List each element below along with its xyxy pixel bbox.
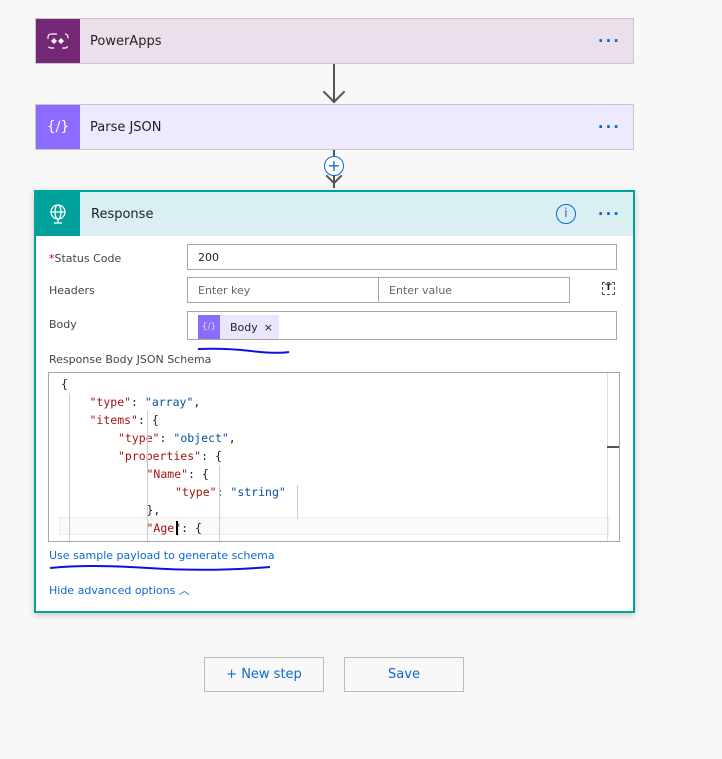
info-icon[interactable]: i: [555, 204, 576, 224]
code-token: {: [61, 377, 68, 391]
parse-json-icon: {∕}: [36, 105, 80, 149]
code-token: "string": [230, 485, 286, 499]
code-line: "items": {: [90, 411, 159, 429]
annotation-underline: [49, 565, 271, 571]
chevron-up-icon: ︿: [178, 584, 190, 597]
indent-guide: [147, 411, 148, 541]
code-token: "array": [144, 395, 194, 409]
indent-guide: [69, 393, 70, 541]
code-line: "type": "string": [175, 483, 286, 501]
text-cursor: [176, 521, 178, 535]
code-token: ,: [228, 431, 236, 445]
response-card: Response i ··· *Status Code 200 Headers …: [34, 190, 635, 613]
step-title: Parse JSON: [90, 119, 162, 135]
step-title: PowerApps: [90, 33, 162, 49]
hide-advanced-label: Hide advanced options: [49, 584, 176, 597]
globe-response-icon: [36, 192, 80, 236]
code-token: :: [159, 431, 174, 445]
parse-json-token-icon: {∕}: [198, 315, 220, 339]
header-key-input[interactable]: Enter key: [187, 277, 379, 303]
code-token: "properties": [118, 449, 202, 463]
code-token: : {: [188, 467, 209, 481]
code-token: "type": [89, 395, 132, 409]
code-line: {: [61, 375, 68, 393]
body-label: Body: [49, 318, 77, 331]
code-line: "type": "string": [175, 537, 286, 541]
more-options-button[interactable]: ···: [598, 118, 621, 136]
code-token: ,: [193, 395, 201, 409]
code-token: : {: [181, 521, 202, 535]
header-value-input[interactable]: Enter value: [378, 277, 570, 303]
new-step-button[interactable]: + New step: [204, 657, 324, 692]
body-token[interactable]: {∕} Body ×: [198, 315, 279, 339]
save-button[interactable]: Save: [344, 657, 464, 692]
arrow-down-icon: [322, 80, 346, 104]
use-sample-payload-link[interactable]: Use sample payload to generate schema: [49, 549, 275, 562]
code-token: :: [131, 395, 145, 409]
more-options-button[interactable]: ···: [598, 32, 621, 50]
status-code-label: *Status Code: [49, 252, 121, 265]
more-options-button[interactable]: ···: [598, 205, 621, 223]
indent-guide: [219, 465, 220, 541]
code-token: "object": [173, 431, 229, 445]
code-line: "type": "object",: [118, 429, 236, 447]
step-parse-json[interactable]: {∕} Parse JSON ···: [35, 104, 634, 150]
headers-label: Headers: [49, 284, 95, 297]
response-title: Response: [91, 206, 154, 222]
code-line: "type": "array",: [90, 393, 201, 411]
hide-advanced-options-link[interactable]: Hide advanced options ︿: [49, 582, 190, 598]
schema-editor[interactable]: {"type": "array", "items": {"type": "obje…: [48, 372, 620, 542]
code-line: },: [147, 501, 161, 519]
code-line: "Age": {: [147, 519, 202, 537]
code-token: "Name": [146, 467, 189, 481]
code-token: "items": [89, 413, 138, 427]
status-code-label-text: Status Code: [54, 252, 122, 265]
code-token: "type": [175, 539, 217, 541]
response-header[interactable]: Response i ···: [36, 192, 633, 236]
code-token: "type": [175, 485, 217, 499]
switch-to-text-mode-icon[interactable]: T: [602, 282, 615, 295]
schema-label: Response Body JSON Schema: [49, 353, 212, 366]
code-line: "Name": {: [147, 465, 209, 483]
body-input[interactable]: {∕} Body ×: [187, 311, 617, 340]
scrollbar-track[interactable]: [607, 373, 608, 541]
code-token: "string": [230, 539, 285, 541]
code-token: },: [146, 503, 161, 517]
code-token: "type": [118, 431, 160, 445]
code-line: "properties": {: [118, 447, 222, 465]
body-token-label: Body: [230, 320, 258, 334]
code-token: : {: [137, 413, 159, 427]
scrollbar-thumb[interactable]: [607, 446, 619, 448]
indent-guide: [297, 485, 298, 519]
code-token: : {: [201, 449, 222, 463]
status-code-input[interactable]: 200: [187, 244, 617, 270]
step-powerapps[interactable]: PowerApps ···: [35, 18, 634, 64]
powerapps-icon: [36, 19, 80, 63]
current-line-highlight: [59, 517, 609, 535]
remove-token-button[interactable]: ×: [264, 321, 273, 334]
